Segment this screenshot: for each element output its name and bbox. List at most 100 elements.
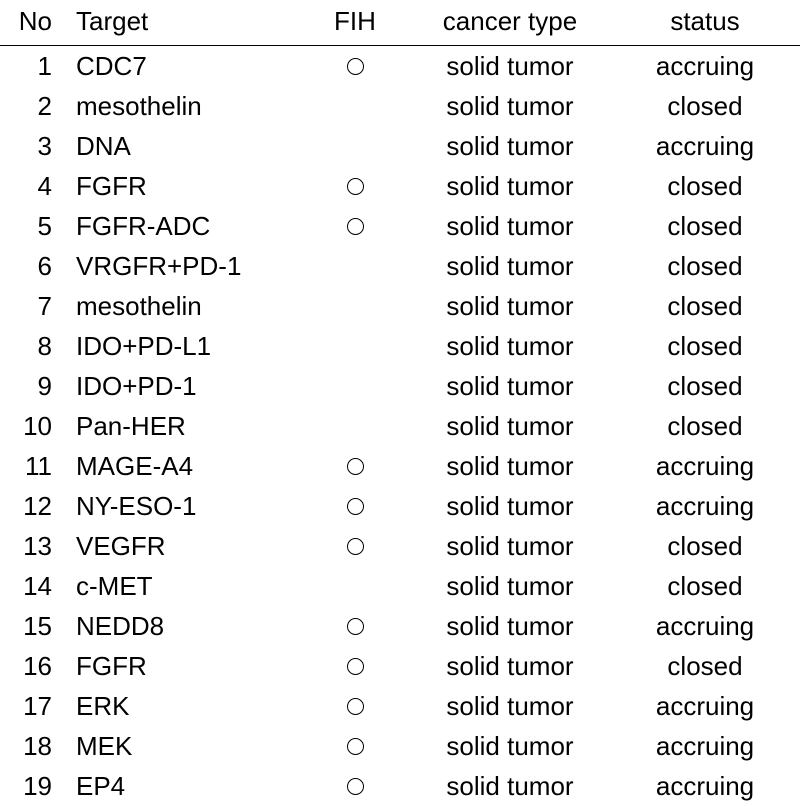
cell-cancer-type: solid tumor: [410, 46, 610, 87]
cell-no: 14: [0, 566, 70, 606]
cell-target: FGFR: [70, 166, 300, 206]
circle-icon: [347, 618, 364, 635]
cell-cancer-type: solid tumor: [410, 646, 610, 686]
cell-fih: [300, 646, 410, 686]
col-header-status: status: [610, 0, 800, 46]
circle-icon: [347, 58, 364, 75]
cell-fih: [300, 326, 410, 366]
table-row: 6VRGFR+PD-1solid tumorclosed: [0, 246, 800, 286]
table-row: 15NEDD8solid tumoraccruing: [0, 606, 800, 646]
cell-status: closed: [610, 286, 800, 326]
table-row: 10Pan-HERsolid tumorclosed: [0, 406, 800, 446]
cell-no: 15: [0, 606, 70, 646]
table-row: 9IDO+PD-1solid tumorclosed: [0, 366, 800, 406]
table-row: 8IDO+PD-L1solid tumorclosed: [0, 326, 800, 366]
cell-fih: [300, 446, 410, 486]
cell-fih: [300, 766, 410, 806]
cell-fih: [300, 486, 410, 526]
cell-target: c-MET: [70, 566, 300, 606]
cell-status: closed: [610, 246, 800, 286]
cell-cancer-type: solid tumor: [410, 246, 610, 286]
cell-target: Pan-HER: [70, 406, 300, 446]
circle-icon: [347, 538, 364, 555]
cell-no: 5: [0, 206, 70, 246]
col-header-no: No: [0, 0, 70, 46]
cell-status: closed: [610, 566, 800, 606]
cell-no: 13: [0, 526, 70, 566]
cell-cancer-type: solid tumor: [410, 206, 610, 246]
circle-icon: [347, 458, 364, 475]
cell-target: MEK: [70, 726, 300, 766]
cell-status: accruing: [610, 446, 800, 486]
cell-fih: [300, 366, 410, 406]
cell-target: ERK: [70, 686, 300, 726]
cell-no: 3: [0, 126, 70, 166]
cell-target: NEDD8: [70, 606, 300, 646]
cell-no: 12: [0, 486, 70, 526]
table-row: 5FGFR-ADCsolid tumorclosed: [0, 206, 800, 246]
cell-status: closed: [610, 406, 800, 446]
table-row: 17ERKsolid tumoraccruing: [0, 686, 800, 726]
cell-status: closed: [610, 206, 800, 246]
cell-no: 2: [0, 86, 70, 126]
cell-fih: [300, 206, 410, 246]
cell-no: 7: [0, 286, 70, 326]
table-row: 16FGFRsolid tumorclosed: [0, 646, 800, 686]
cell-fih: [300, 726, 410, 766]
cell-cancer-type: solid tumor: [410, 766, 610, 806]
cell-fih: [300, 526, 410, 566]
circle-icon: [347, 498, 364, 515]
cell-status: accruing: [610, 486, 800, 526]
cell-no: 18: [0, 726, 70, 766]
cell-status: accruing: [610, 606, 800, 646]
table-row: 3DNAsolid tumoraccruing: [0, 126, 800, 166]
cell-cancer-type: solid tumor: [410, 486, 610, 526]
col-header-fih: FIH: [300, 0, 410, 46]
cell-status: accruing: [610, 46, 800, 87]
cell-target: IDO+PD-L1: [70, 326, 300, 366]
table-row: 7mesothelin solid tumorclosed: [0, 286, 800, 326]
table-row: 19EP4solid tumoraccruing: [0, 766, 800, 806]
cell-target: mesothelin: [70, 286, 300, 326]
cell-status: accruing: [610, 686, 800, 726]
cell-fih: [300, 246, 410, 286]
cell-cancer-type: solid tumor: [410, 566, 610, 606]
col-header-target: Target: [70, 0, 300, 46]
cell-status: closed: [610, 326, 800, 366]
cell-target: FGFR: [70, 646, 300, 686]
table-row: 2mesothelinsolid tumorclosed: [0, 86, 800, 126]
cell-no: 16: [0, 646, 70, 686]
cell-no: 9: [0, 366, 70, 406]
table-header-row: No Target FIH cancer type status: [0, 0, 800, 46]
cell-target: MAGE-A4: [70, 446, 300, 486]
cell-cancer-type: solid tumor: [410, 286, 610, 326]
circle-icon: [347, 218, 364, 235]
cell-status: closed: [610, 526, 800, 566]
cell-cancer-type: solid tumor: [410, 326, 610, 366]
col-header-cancer: cancer type: [410, 0, 610, 46]
cell-fih: [300, 606, 410, 646]
cell-cancer-type: solid tumor: [410, 406, 610, 446]
cell-target: mesothelin: [70, 86, 300, 126]
cell-fih: [300, 86, 410, 126]
circle-icon: [347, 738, 364, 755]
cell-status: accruing: [610, 766, 800, 806]
cell-no: 1: [0, 46, 70, 87]
cell-target: DNA: [70, 126, 300, 166]
cell-target: IDO+PD-1: [70, 366, 300, 406]
circle-icon: [347, 778, 364, 795]
cell-fih: [300, 686, 410, 726]
table-row: 4FGFRsolid tumorclosed: [0, 166, 800, 206]
cell-fih: [300, 566, 410, 606]
cell-fih: [300, 166, 410, 206]
cell-status: closed: [610, 166, 800, 206]
cell-cancer-type: solid tumor: [410, 526, 610, 566]
cell-cancer-type: solid tumor: [410, 126, 610, 166]
circle-icon: [347, 698, 364, 715]
cell-no: 6: [0, 246, 70, 286]
circle-icon: [347, 178, 364, 195]
cell-cancer-type: solid tumor: [410, 446, 610, 486]
cell-target: CDC7: [70, 46, 300, 87]
table-row: 11MAGE-A4solid tumoraccruing: [0, 446, 800, 486]
cell-no: 4: [0, 166, 70, 206]
